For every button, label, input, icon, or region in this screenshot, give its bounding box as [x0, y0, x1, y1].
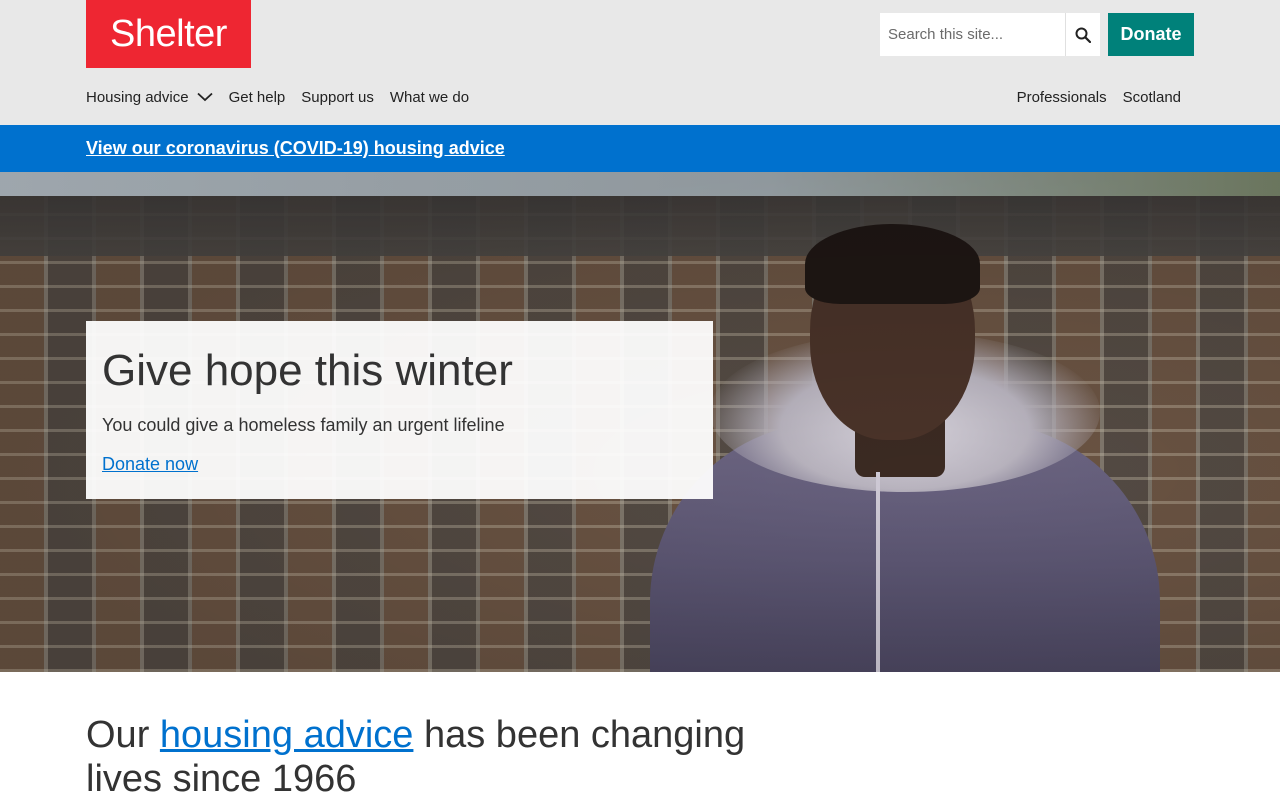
- hero-section: Give hope this winter You could give a h…: [0, 172, 1280, 672]
- nav-housing-advice[interactable]: Housing advice: [86, 89, 213, 106]
- housing-advice-link[interactable]: housing advice: [160, 714, 414, 756]
- search-box: [880, 13, 1100, 56]
- promo-card: Give hope this winter You could give a h…: [86, 321, 713, 499]
- nav-what-we-do[interactable]: What we do: [390, 89, 469, 106]
- secondary-nav: Professionals Scotland: [1001, 84, 1181, 110]
- nav-get-help[interactable]: Get help: [229, 89, 286, 106]
- site-header: Shelter Donate Housing advice Get help S…: [0, 0, 1280, 125]
- search-button[interactable]: [1065, 13, 1100, 56]
- shelter-logo[interactable]: Shelter: [86, 0, 251, 68]
- nav-housing-advice-label: Housing advice: [86, 88, 189, 106]
- primary-nav: Housing advice Get help Support us What …: [86, 84, 485, 110]
- search-input[interactable]: [880, 13, 1065, 56]
- nav-support-us[interactable]: Support us: [301, 89, 374, 106]
- covid-banner: View our coronavirus (COVID-19) housing …: [0, 125, 1280, 172]
- search-icon: [1075, 27, 1091, 43]
- promo-title: Give hope this winter: [102, 346, 513, 395]
- covid-advice-link[interactable]: View our coronavirus (COVID-19) housing …: [86, 138, 505, 159]
- page-headline: Our housing advice has been changing liv…: [86, 713, 786, 801]
- donate-button[interactable]: Donate: [1108, 13, 1194, 56]
- nav-scotland[interactable]: Scotland: [1123, 89, 1181, 106]
- promo-subtitle: You could give a homeless family an urge…: [102, 415, 505, 435]
- donate-now-link[interactable]: Donate now: [102, 454, 198, 475]
- headline-prefix: Our: [86, 714, 160, 756]
- chevron-down-icon: [196, 92, 213, 102]
- nav-professionals[interactable]: Professionals: [1017, 89, 1107, 106]
